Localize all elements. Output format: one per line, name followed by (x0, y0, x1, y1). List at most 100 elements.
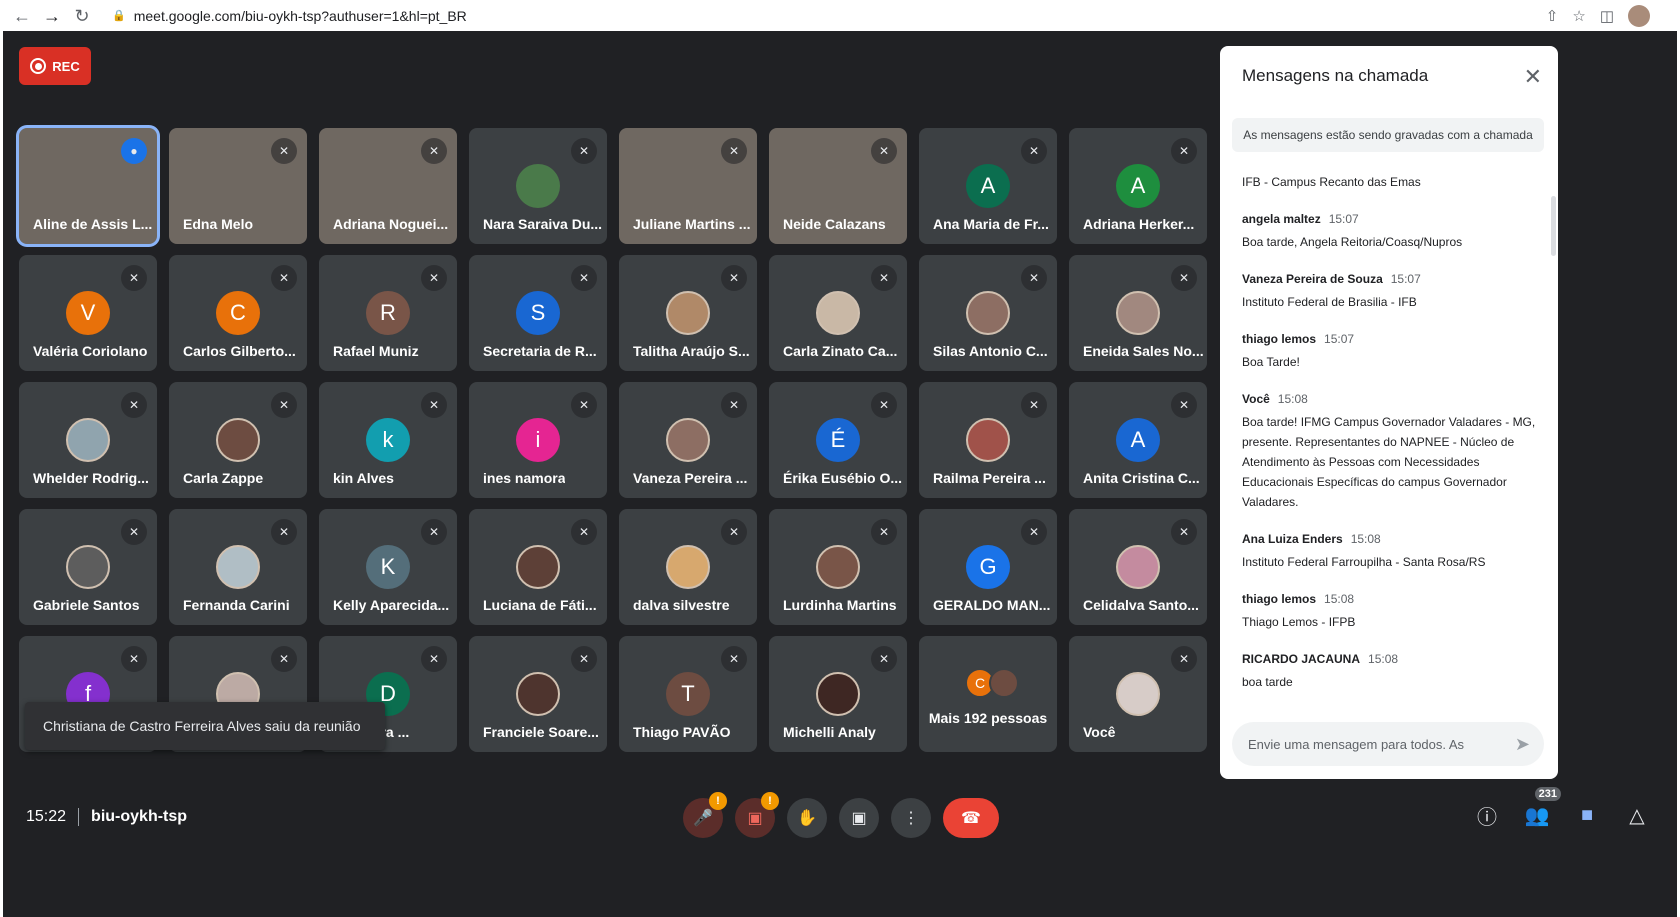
participant-tile[interactable]: ✕ Você (1069, 636, 1207, 752)
participant-tile[interactable]: A ✕ Anita Cristina C... (1069, 382, 1207, 498)
share-icon[interactable]: ⇧ (1546, 7, 1559, 25)
profile-avatar[interactable] (1628, 4, 1650, 27)
send-icon[interactable]: ➤ (1515, 734, 1530, 755)
participant-tile[interactable]: ✕ Lurdinha Martins (769, 509, 907, 625)
mic-off-icon: ✕ (871, 392, 897, 418)
reload-icon[interactable]: ↻ (68, 2, 96, 30)
participant-tile[interactable]: V ✕ Valéria Coriolano (19, 255, 157, 371)
participant-tile[interactable]: K ✕ Kelly Aparecida... (319, 509, 457, 625)
chat-input[interactable]: Envie uma mensagem para todos. As ➤ (1232, 722, 1544, 766)
participant-tile[interactable]: ✕ Gabriele Santos (19, 509, 157, 625)
call-end-icon: ☎ (961, 810, 981, 827)
side-panel-icon[interactable]: ◫ (1600, 7, 1614, 25)
participant-name: Edna Melo (183, 216, 254, 232)
participant-tile[interactable]: ✕ Neide Calazans (769, 128, 907, 244)
avatar: A (1116, 418, 1160, 462)
participant-name: Rafael Muniz (333, 343, 419, 359)
chat-message-header: Vaneza Pereira de Souza 15:07 (1242, 272, 1538, 286)
hand-icon: ✋ (797, 810, 817, 827)
participant-tile[interactable]: ✕ Silas Antonio C... (919, 255, 1057, 371)
chat-icon: ■ (1580, 803, 1594, 826)
participant-tile[interactable]: ✕ Franciele Soare... (469, 636, 607, 752)
mic-off-icon: ✕ (1171, 392, 1197, 418)
participant-tile[interactable]: ✕ Carla Zappe (169, 382, 307, 498)
recording-badge: REC (19, 47, 91, 85)
mic-off-icon: ✕ (121, 646, 147, 672)
participant-name: Franciele Soare... (483, 724, 599, 740)
participant-tile[interactable]: C ✕ Carlos Gilberto... (169, 255, 307, 371)
mic-off-icon: ✕ (121, 265, 147, 291)
mic-off-icon: ✕ (871, 646, 897, 672)
participant-name: Michelli Analy (783, 724, 876, 740)
camera-off-icon: ▣ (747, 810, 763, 827)
participant-tile[interactable]: ✕ Fernanda Carini (169, 509, 307, 625)
participant-tile[interactable]: ✕ Edna Melo (169, 128, 307, 244)
chat-message: Vaneza Pereira de Souza 15:07 Instituto Fe… (1242, 272, 1538, 312)
participant-tile[interactable]: i ✕ ines namora (469, 382, 607, 498)
participant-tile[interactable]: G ✕ GERALDO MAN... (919, 509, 1057, 625)
participant-tile[interactable]: R ✕ Rafael Muniz (319, 255, 457, 371)
people-button[interactable]: 👥 231 (1523, 787, 1561, 829)
participant-tile[interactable]: ✕ Railma Pereira ... (919, 382, 1057, 498)
chat-message-header: thiago lemos 15:08 (1242, 592, 1538, 606)
forward-icon[interactable]: → (38, 2, 66, 30)
mic-off-icon: ✕ (571, 392, 597, 418)
participant-tile[interactable]: ✕ Michelli Analy (769, 636, 907, 752)
back-icon[interactable]: ← (8, 2, 36, 30)
avatar (1116, 545, 1160, 589)
participant-tile[interactable]: ✕ Celidalva Santo... (1069, 509, 1207, 625)
more-participants-tile[interactable]: C Mais 192 pessoas (919, 636, 1057, 752)
activities-button[interactable]: △ (1623, 801, 1651, 829)
close-icon[interactable]: ✕ (1524, 64, 1542, 90)
avatar: i (516, 418, 560, 462)
leave-call-button[interactable]: ☎ (943, 798, 999, 838)
participant-tile[interactable]: ✕ Juliane Martins ... (619, 128, 757, 244)
participant-tile[interactable]: ● Aline de Assis L... (19, 128, 157, 244)
mic-off-icon: ✕ (421, 392, 447, 418)
chat-time: 15:08 (1368, 652, 1399, 666)
mic-off-icon: ✕ (871, 138, 897, 164)
camera-button[interactable]: ▣! (735, 792, 779, 838)
microphone-button[interactable]: 🎤! (683, 792, 727, 838)
participant-name: Anita Cristina C... (1083, 470, 1200, 486)
avatar (816, 672, 860, 716)
mic-off-icon: ✕ (571, 265, 597, 291)
participant-tile[interactable]: ✕ Adriana Noguei... (319, 128, 457, 244)
participant-tile[interactable]: ✕ Whelder Rodrig... (19, 382, 157, 498)
participant-tile[interactable]: S ✕ Secretaria de R... (469, 255, 607, 371)
present-button[interactable]: ▣ (839, 798, 879, 838)
meeting-details-button[interactable]: ⓘ (1473, 801, 1501, 829)
participant-tile[interactable]: ✕ Carla Zinato Ca... (769, 255, 907, 371)
participant-tile[interactable]: A ✕ Adriana Herker... (1069, 128, 1207, 244)
chat-title: Mensagens na chamada (1242, 66, 1429, 85)
chat-message-header: thiago lemos 15:07 (1242, 332, 1538, 346)
participant-tile[interactable]: ✕ Nara Saraiva Du... (469, 128, 607, 244)
mic-off-icon: ✕ (421, 519, 447, 545)
participant-tile[interactable]: A ✕ Ana Maria de Fr... (919, 128, 1057, 244)
participant-name: Eneida Sales No... (1083, 343, 1204, 359)
participant-tile[interactable]: ✕ Luciana de Fáti... (469, 509, 607, 625)
chat-sender: RICARDO JACAUNA (1242, 652, 1361, 666)
participant-tile[interactable]: k ✕ kin Alves (319, 382, 457, 498)
avatar (516, 672, 560, 716)
bookmark-star-icon[interactable]: ☆ (1572, 7, 1585, 25)
chat-button[interactable]: ■ (1573, 801, 1601, 829)
participant-tile[interactable]: T ✕ Thiago PAVÃO (619, 636, 757, 752)
participant-name: Vaneza Pereira ... (633, 470, 748, 486)
participant-tile[interactable]: ✕ Eneida Sales No... (1069, 255, 1207, 371)
participant-tile[interactable]: ✕ Vaneza Pereira ... (619, 382, 757, 498)
chat-message-list[interactable]: IFB - Campus Recanto das Emas angela malt… (1242, 172, 1538, 706)
participant-name: Nara Saraiva Du... (483, 216, 603, 232)
more-options-button[interactable]: ⋮ (891, 798, 931, 838)
chat-text: Boa Tarde! (1242, 355, 1300, 369)
participant-tile[interactable]: É ✕ Érika Eusébio O... (769, 382, 907, 498)
warning-icon: ! (761, 792, 779, 810)
mic-off-icon: ✕ (421, 646, 447, 672)
speaking-icon: ● (121, 138, 147, 164)
raise-hand-button[interactable]: ✋ (787, 798, 827, 838)
chat-sender: angela maltez (1242, 212, 1321, 226)
address-bar[interactable]: 🔒 meet.google.com/biu-oykh-tsp?authuser=… (112, 3, 1512, 28)
participant-tile[interactable]: ✕ dalva silvestre (619, 509, 757, 625)
participant-tile[interactable]: ✕ Talitha Araújo S... (619, 255, 757, 371)
chat-scrollbar[interactable] (1551, 196, 1556, 256)
